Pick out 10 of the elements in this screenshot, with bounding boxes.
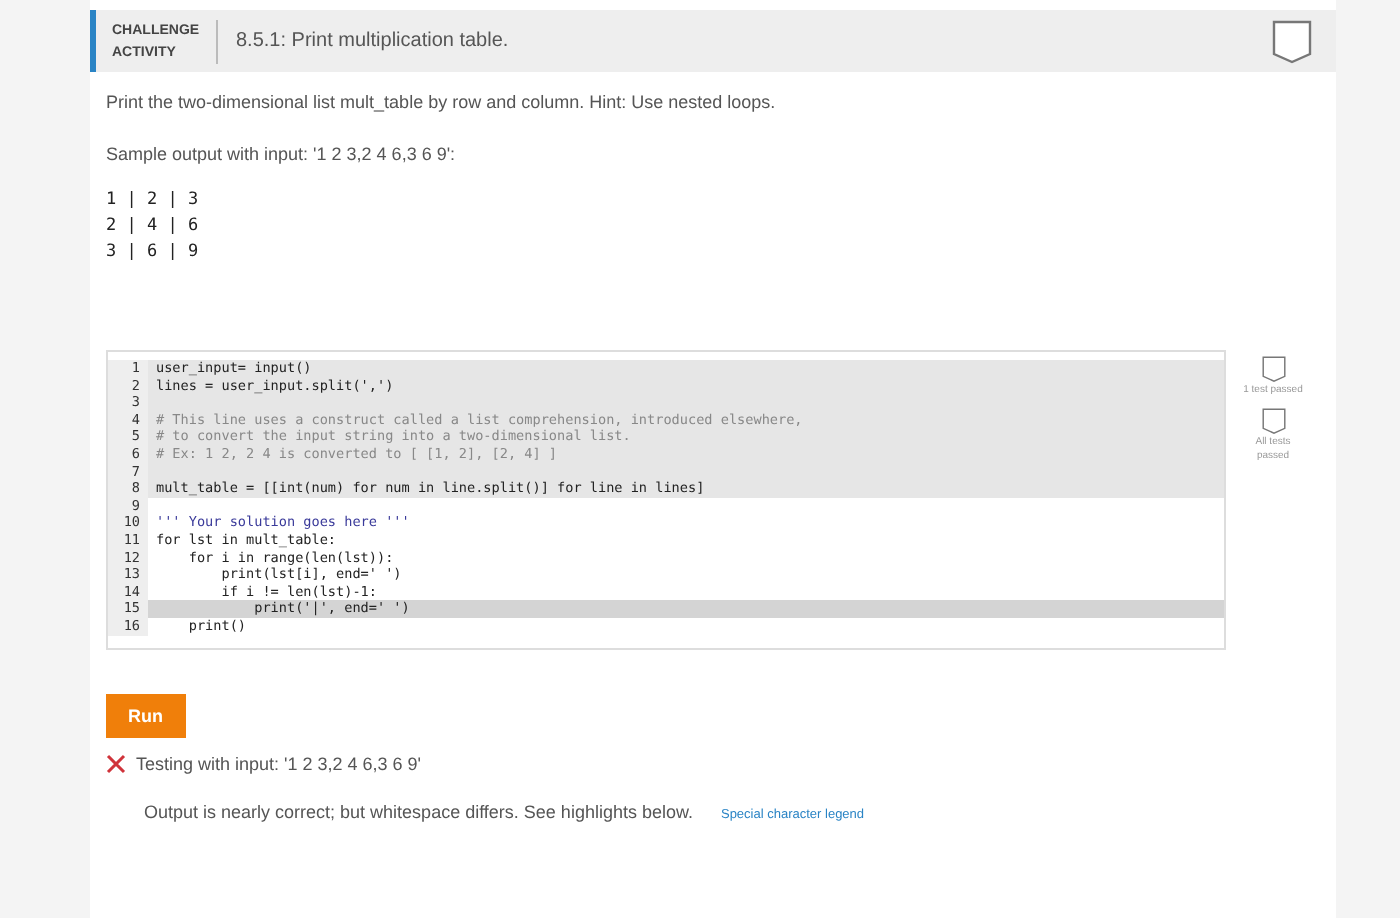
activity-title: 8.5.1: Print multiplication table. xyxy=(236,30,511,52)
sample-label: Sample output with input: '1 2 3,2 4 6,3 6 9': xyxy=(106,144,458,164)
sample-output-line: 1 | 2 | 3 xyxy=(106,188,201,214)
sample-output-line: 2 | 4 | 6 xyxy=(106,214,201,240)
test-input-label: Testing with input: '1 2 3,2 4 6,3 6 9' xyxy=(136,753,422,773)
prompt-text: Print the two-dimensional list mult_table by row and column. Hint: Use nested loops. xyxy=(106,92,778,112)
sample-output-line: 3 | 6 | 9 xyxy=(106,240,201,266)
result-message: Output is nearly correct; but whitespace differs. See highlights below. xyxy=(144,801,693,821)
code-editor[interactable] xyxy=(106,350,1226,649)
run-button[interactable]: Run xyxy=(106,693,185,737)
